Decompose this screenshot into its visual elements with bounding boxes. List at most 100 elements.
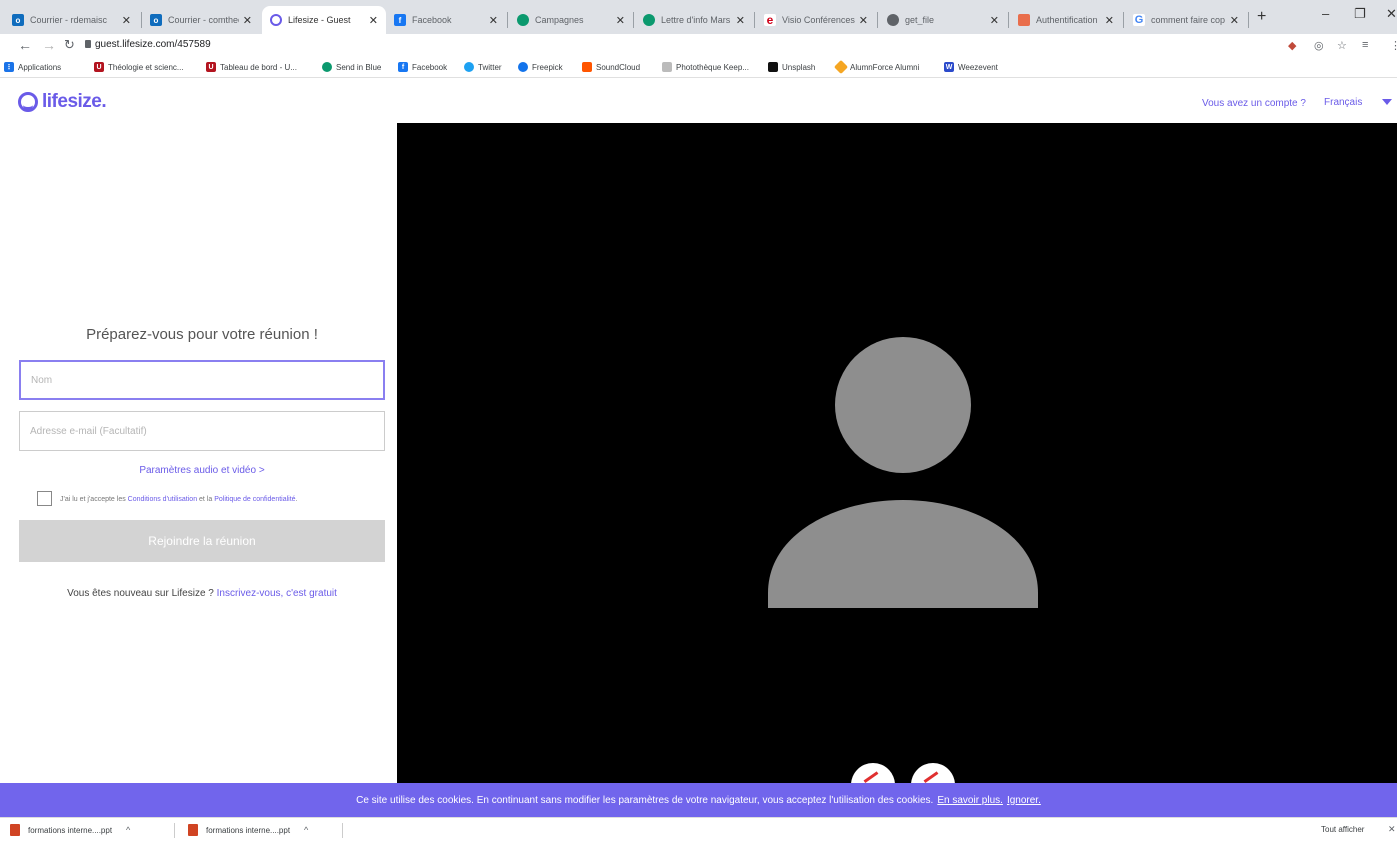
- language-select[interactable]: Français: [1324, 97, 1362, 108]
- tab-facebook[interactable]: f Facebook ✕: [386, 6, 506, 34]
- tab-title: Courrier - rdemaisc: [30, 15, 108, 25]
- auth-icon: [1018, 14, 1030, 26]
- tab-google-search[interactable]: G comment faire cop ✕: [1125, 6, 1247, 34]
- chevron-up-icon[interactable]: ^: [126, 825, 130, 835]
- powerpoint-file-icon: [188, 824, 198, 836]
- download-item[interactable]: formations interne....ppt ^: [10, 824, 130, 836]
- bookmark-send-in-blue[interactable]: Send in Blue: [322, 62, 381, 72]
- bookmark-weezevent[interactable]: W Weezevent: [944, 62, 998, 72]
- weezevent-icon: W: [944, 62, 954, 72]
- extension-icon[interactable]: ◆: [1288, 39, 1296, 52]
- camera-off-icon: [923, 771, 943, 783]
- edge-icon: e: [764, 13, 776, 27]
- bookmark-label: Twitter: [478, 62, 502, 72]
- bookmark-label: Tableau de bord - U...: [220, 62, 297, 72]
- close-icon[interactable]: ✕: [243, 14, 252, 27]
- outlook-icon: o: [150, 14, 162, 26]
- tab-divider: [633, 12, 634, 28]
- audio-video-settings-link[interactable]: Paramètres audio et vidéo >: [20, 465, 384, 476]
- cookie-more-link[interactable]: En savoir plus.: [937, 795, 1003, 806]
- signup-prompt: Vous êtes nouveau sur Lifesize ? Inscriv…: [20, 588, 384, 599]
- lens-icon[interactable]: ◎: [1314, 39, 1324, 52]
- download-filename: formations interne....ppt: [206, 825, 291, 835]
- tab-courrier-2[interactable]: o Courrier - comthec ✕: [142, 6, 260, 34]
- google-icon: G: [1133, 14, 1145, 26]
- reload-icon[interactable]: ↻: [64, 37, 75, 53]
- tab-title: Courrier - comthec: [168, 15, 239, 25]
- tab-divider: [1248, 12, 1249, 28]
- bookmark-freepick[interactable]: Freepick: [518, 62, 563, 72]
- join-meeting-button[interactable]: Rejoindre la réunion: [19, 520, 385, 562]
- signup-link[interactable]: Inscrivez-vous, c'est gratuit: [217, 588, 337, 599]
- close-icon[interactable]: ✕: [122, 14, 131, 27]
- bookmark-facebook[interactable]: f Facebook: [398, 62, 447, 72]
- tab-lettre-info[interactable]: Lettre d'info Mars 2 ✕: [635, 6, 753, 34]
- close-icon[interactable]: ✕: [1230, 14, 1239, 27]
- close-icon[interactable]: ✕: [859, 14, 868, 27]
- close-icon[interactable]: ✕: [369, 14, 378, 27]
- terms-checkbox[interactable]: [37, 491, 52, 506]
- lifesize-logo-icon: [18, 92, 38, 112]
- back-arrow-icon[interactable]: ←: [18, 37, 32, 53]
- name-field[interactable]: [19, 360, 385, 400]
- tab-divider: [1008, 12, 1009, 28]
- tab-visio[interactable]: e Visio Conférences ✕: [756, 6, 876, 34]
- close-icon[interactable]: ✕: [990, 14, 999, 27]
- bookmark-soundcloud[interactable]: SoundCloud: [582, 62, 640, 72]
- terms-of-use-link[interactable]: Conditions d'utilisation: [128, 496, 197, 503]
- show-all-downloads-button[interactable]: Tout afficher: [1321, 825, 1364, 834]
- reading-list-icon[interactable]: ≡: [1362, 39, 1368, 51]
- page-title: Préparez-vous pour votre réunion !: [86, 326, 318, 343]
- download-item[interactable]: formations interne....ppt ^: [188, 824, 308, 836]
- close-icon[interactable]: ✕: [736, 14, 745, 27]
- close-icon[interactable]: ✕: [1105, 14, 1114, 27]
- terms-suffix: .: [295, 496, 298, 503]
- sendinblue-icon: [322, 62, 332, 72]
- lifesize-icon: [270, 14, 282, 26]
- chevron-up-icon[interactable]: ^: [304, 825, 308, 835]
- lifesize-logo[interactable]: lifesize.: [18, 91, 107, 113]
- minimize-icon[interactable]: –: [1322, 6, 1329, 21]
- bookmark-phototheque[interactable]: Photothèque Keep...: [662, 62, 749, 72]
- facebook-icon: f: [394, 14, 406, 26]
- account-link[interactable]: Vous avez un compte ?: [1202, 98, 1306, 109]
- bookmark-applications[interactable]: ⋮ Applications: [4, 62, 61, 72]
- tab-get-file[interactable]: get_file ✕: [879, 6, 1007, 34]
- terms-mid: et la: [197, 496, 215, 503]
- privacy-policy-link[interactable]: Politique de confidentialité: [214, 496, 295, 503]
- close-icon[interactable]: ✕: [1388, 824, 1396, 835]
- menu-dots-icon[interactable]: ⋮: [1390, 39, 1397, 52]
- forward-arrow-icon[interactable]: →: [42, 37, 56, 53]
- chevron-down-icon[interactable]: [1382, 99, 1392, 105]
- lock-icon: [85, 40, 91, 48]
- tab-lifesize-guest[interactable]: Lifesize - Guest ✕: [262, 6, 386, 34]
- tab-title: Facebook: [412, 15, 452, 25]
- twitter-bird-icon: [464, 62, 474, 72]
- bookmark-label: Freepick: [532, 62, 563, 72]
- url-field[interactable]: guest.lifesize.com/457589: [95, 39, 211, 50]
- microphone-off-icon: [863, 771, 883, 783]
- new-tab-plus-icon[interactable]: +: [1257, 8, 1266, 26]
- close-icon[interactable]: ✕: [616, 14, 625, 27]
- tab-courrier-1[interactable]: o Courrier - rdemaisc ✕: [4, 6, 139, 34]
- restore-icon[interactable]: ❐: [1354, 6, 1366, 22]
- email-field[interactable]: [19, 411, 385, 451]
- bookmark-alumnforce[interactable]: AlumnForce Alumni: [833, 59, 919, 75]
- bookmark-tableau-de-bord[interactable]: U Tableau de bord - U...: [206, 62, 297, 72]
- photo-icon: [662, 62, 672, 72]
- cookie-ignore-link[interactable]: Ignorer.: [1007, 795, 1041, 806]
- bookmarks-bar: ⋮ Applications U Théologie et scienc... …: [0, 58, 1397, 78]
- bookmark-twitter[interactable]: Twitter: [464, 62, 502, 72]
- video-preview: [397, 123, 1397, 783]
- bookmark-unsplash[interactable]: Unsplash: [768, 62, 815, 72]
- bookmark-label: Unsplash: [782, 62, 816, 72]
- tab-campagnes[interactable]: Campagnes ✕: [509, 6, 633, 34]
- bookmark-star-icon[interactable]: ☆: [1337, 39, 1347, 52]
- bookmark-theologie[interactable]: U Théologie et scienc...: [94, 62, 184, 72]
- cookie-text: Ce site utilise des cookies. En continua…: [356, 794, 934, 806]
- window-close-icon[interactable]: ✕: [1386, 6, 1397, 22]
- close-icon[interactable]: ✕: [489, 14, 498, 27]
- soundcloud-icon: [582, 62, 592, 72]
- tab-authentification[interactable]: Authentification ✕: [1010, 6, 1122, 34]
- tab-divider: [507, 12, 508, 28]
